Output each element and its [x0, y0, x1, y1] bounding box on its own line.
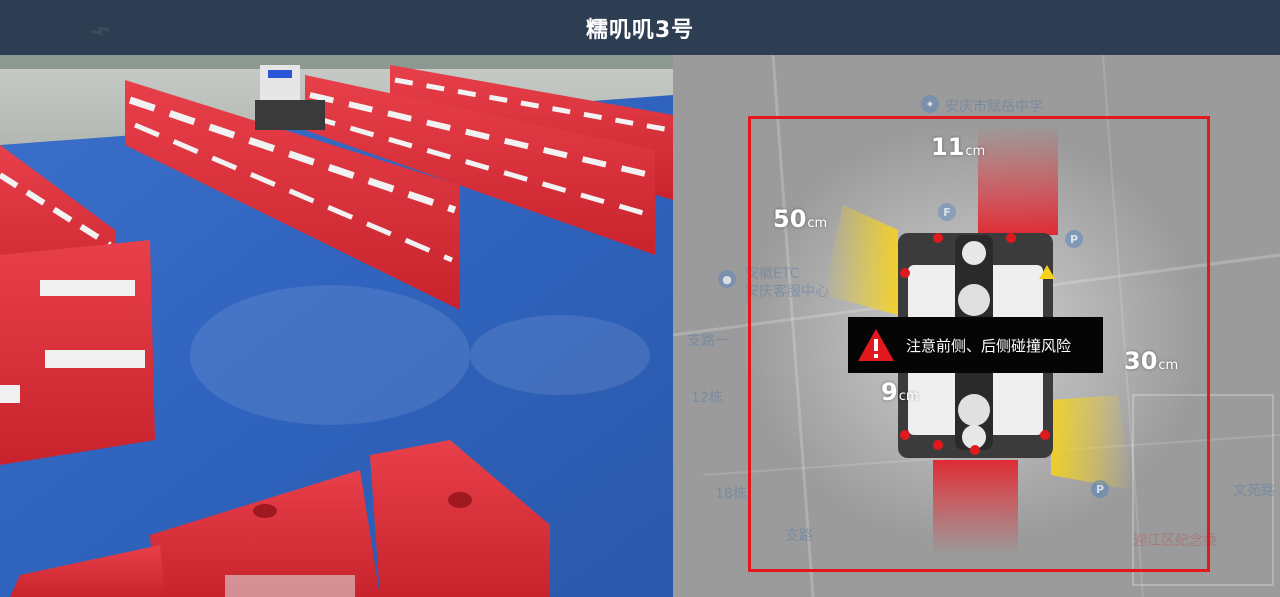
camera-feed	[0, 55, 673, 597]
school-pin-icon: ✦	[921, 95, 939, 113]
camera-image	[0, 55, 673, 597]
map-label-num-1: 12栋	[691, 390, 723, 406]
warning-triangle-icon	[858, 329, 894, 361]
app-header: 糯叽叽3号	[0, 0, 1280, 55]
distance-rear-right: 30cm	[1124, 347, 1178, 375]
distance-rear-right-value: 30	[1124, 347, 1158, 375]
distance-front-value: 11	[931, 133, 965, 161]
distance-rear-left-value: 9	[881, 378, 898, 406]
map-label-school: 安庆市赋岳中学	[945, 99, 1043, 115]
distance-front-left-unit: cm	[807, 216, 828, 231]
collision-alert: 注意前侧、后侧碰撞风险	[848, 317, 1103, 373]
map-label-road-3: 文苑路	[1233, 483, 1275, 499]
map-label-num-2: 18栋	[715, 486, 747, 502]
collision-alert-message: 注意前侧、后侧碰撞风险	[906, 336, 1072, 355]
distance-rear-left-unit: cm	[898, 389, 919, 404]
distance-front-left-value: 50	[773, 205, 807, 233]
distance-rear-left: 9cm	[881, 378, 919, 406]
distance-front: 11cm	[931, 133, 985, 161]
distance-front-left: 50cm	[773, 205, 827, 233]
proximity-map-panel: ✦ 安庆市赋岳中学 ● 安徽ETC 安庆客服中心 支路一 12栋 18栋 支路 …	[673, 55, 1280, 597]
map-label-road-1: 支路一	[687, 333, 729, 349]
distance-front-unit: cm	[965, 144, 986, 159]
location-pin-icon: ●	[718, 270, 736, 288]
distance-rear-right-unit: cm	[1158, 358, 1179, 373]
robot-name-title: 糯叽叽3号	[585, 17, 695, 43]
